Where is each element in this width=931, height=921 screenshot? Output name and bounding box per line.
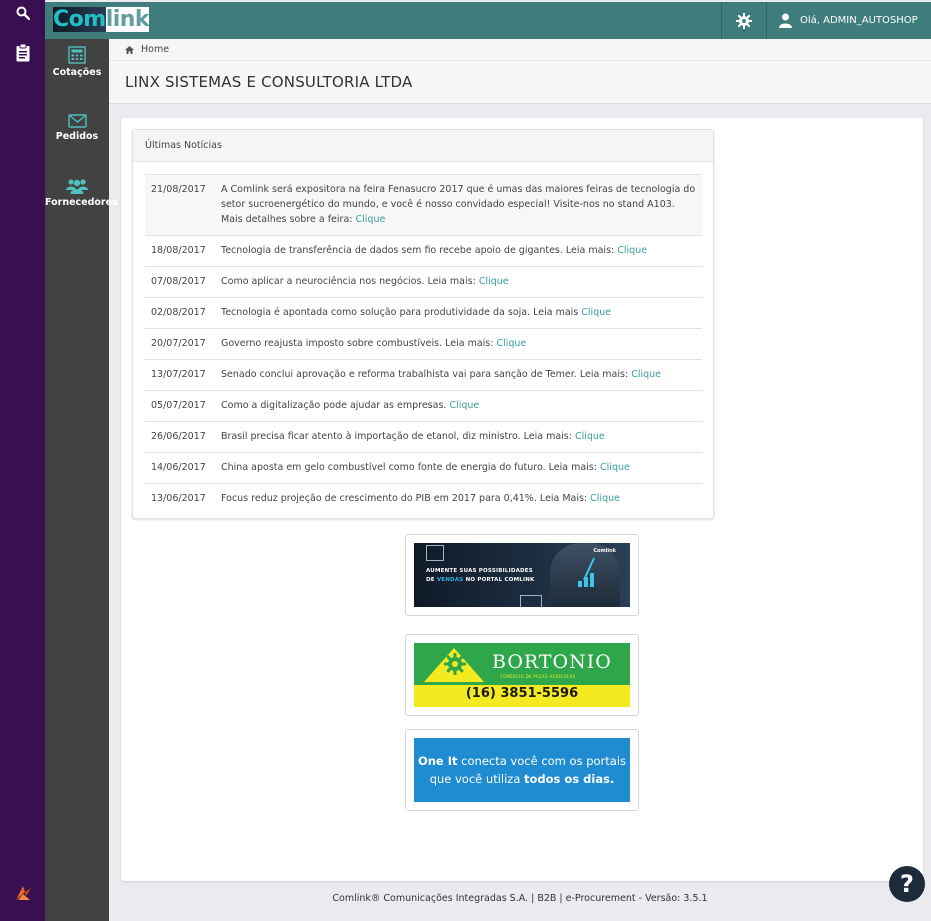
news-row: 07/08/2017 Como aplicar a neurociência no… bbox=[145, 266, 702, 298]
news-link[interactable]: Clique bbox=[600, 462, 630, 473]
banner-oneit-text: One It conecta você com os portais que v… bbox=[417, 754, 627, 786]
sidebar-item-fornecedores[interactable]: Fornecedores bbox=[45, 178, 118, 208]
news-table: 21/08/2017 A Comlink será expositora na f… bbox=[145, 174, 702, 514]
news-text: A Comlink será expositora na feira Fenas… bbox=[215, 174, 702, 236]
breadcrumb: Home bbox=[109, 39, 931, 61]
left-rail bbox=[0, 0, 45, 921]
news-link[interactable]: Clique bbox=[631, 369, 661, 380]
news-text: Senado conclui aprovação e reforma traba… bbox=[215, 359, 702, 391]
banner-bortonio-phone: (16) 3851-5596 bbox=[465, 686, 579, 701]
news-date: 26/06/2017 bbox=[145, 421, 215, 453]
news-link[interactable]: Clique bbox=[575, 431, 605, 442]
news-link[interactable]: Clique bbox=[581, 307, 611, 318]
news-date: 05/07/2017 bbox=[145, 390, 215, 422]
footer: Comlink® Comunicações Integradas S.A. | … bbox=[332, 893, 708, 904]
breadcrumb-home[interactable]: Home bbox=[141, 44, 169, 55]
news-row: 20/07/2017 Governo reajusta imposto sobre… bbox=[145, 328, 702, 360]
help-button[interactable]: ? bbox=[889, 866, 925, 902]
banner-oneit-image: One It conecta você com os portais que v… bbox=[414, 738, 630, 802]
sidebar-item-pedidos[interactable]: Pedidos bbox=[45, 114, 109, 142]
user-greeting: Olá, ADMIN_AUTOSHOP bbox=[800, 15, 918, 26]
news-row: 13/06/2017 Focus reduz projeção de cresci… bbox=[145, 484, 702, 515]
search-icon[interactable] bbox=[0, 6, 45, 20]
users-icon bbox=[45, 178, 109, 194]
page-title: LINX SISTEMAS E CONSULTORIA LTDA bbox=[125, 73, 413, 91]
news-date: 21/08/2017 bbox=[145, 174, 215, 236]
news-date: 07/08/2017 bbox=[145, 266, 215, 298]
page-header: LINX SISTEMAS E CONSULTORIA LTDA bbox=[109, 61, 931, 104]
news-row: 26/06/2017 Brasil precisa ficar atento à … bbox=[145, 421, 702, 453]
news-row: 18/08/2017 Tecnologia de transferência de… bbox=[145, 235, 702, 267]
news-row: 21/08/2017 A Comlink será expositora na f… bbox=[145, 174, 702, 236]
news-text: Tecnologia de transferência de dados sem… bbox=[215, 235, 702, 267]
linx-logo-icon bbox=[0, 884, 45, 902]
news-date: 18/08/2017 bbox=[145, 235, 215, 267]
news-panel: Últimas Notícias 21/08/2017 A Comlink ser… bbox=[132, 129, 714, 519]
news-link[interactable]: Clique bbox=[449, 400, 479, 411]
news-link[interactable]: Clique bbox=[496, 338, 526, 349]
news-row: 02/08/2017 Tecnologia é apontada como sol… bbox=[145, 297, 702, 329]
clipboard-icon[interactable] bbox=[0, 44, 45, 62]
banner-oneit[interactable]: One It conecta você com os portais que v… bbox=[405, 729, 639, 811]
gear-icon bbox=[736, 12, 752, 29]
news-link[interactable]: Clique bbox=[479, 276, 509, 287]
user-icon bbox=[779, 13, 792, 28]
banner-bortonio-sub: COMÉRCIO DE PEÇAS AGRÍCOLAS bbox=[500, 674, 576, 679]
news-date: 20/07/2017 bbox=[145, 328, 215, 360]
sidebar-item-label: Pedidos bbox=[55, 131, 99, 142]
news-date: 13/06/2017 bbox=[151, 493, 206, 504]
banner-bortonio-name: BORTONIO bbox=[492, 651, 612, 673]
news-text: Brasil precisa ficar atento à importação… bbox=[215, 421, 702, 453]
comlink-logo[interactable]: Comlink bbox=[53, 6, 150, 34]
banner-bortonio-image: BORTONIO COMÉRCIO DE PEÇAS AGRÍCOLAS (16… bbox=[414, 643, 630, 707]
news-panel-heading: Últimas Notícias bbox=[133, 130, 713, 162]
news-row: 13/07/2017 Senado conclui aprovação e ref… bbox=[145, 359, 702, 391]
news-date: 13/07/2017 bbox=[145, 359, 215, 391]
news-link[interactable]: Clique bbox=[617, 245, 647, 256]
sidebar: Cotações Pedidos Fornecedores bbox=[45, 39, 118, 921]
banner-comlink-logo: Comlink bbox=[593, 548, 616, 554]
banner-comlink-image: Comlink AUMENTE SUAS POSSIBILIDADES DE V… bbox=[414, 543, 630, 607]
news-text: Como a digitalização pode ajudar as empr… bbox=[215, 390, 702, 422]
banner-comlink[interactable]: Comlink AUMENTE SUAS POSSIBILIDADES DE V… bbox=[405, 534, 639, 616]
news-text: China aposta em gelo combustível como fo… bbox=[215, 452, 702, 484]
news-text: Governo reajusta imposto sobre combustív… bbox=[215, 328, 702, 360]
news-row: 05/07/2017 Como a digitalização pode ajud… bbox=[145, 390, 702, 422]
news-text: Como aplicar a neurociência nos negócios… bbox=[215, 266, 702, 298]
settings-button[interactable] bbox=[721, 2, 767, 39]
banner-comlink-text: AUMENTE SUAS POSSIBILIDADES DE VENDAS NO… bbox=[426, 568, 535, 583]
envelope-icon bbox=[45, 114, 109, 128]
home-icon bbox=[125, 45, 134, 54]
sidebar-item-label: Fornecedores bbox=[45, 197, 118, 208]
news-date: 14/06/2017 bbox=[145, 452, 215, 484]
news-text: Tecnologia é apontada como solução para … bbox=[215, 297, 702, 329]
news-row: 14/06/2017 China aposta em gelo combustív… bbox=[145, 452, 702, 484]
news-text: Focus reduz projeção de crescimento do P… bbox=[221, 493, 620, 504]
banner-bortonio[interactable]: BORTONIO COMÉRCIO DE PEÇAS AGRÍCOLAS (16… bbox=[405, 634, 639, 716]
news-date: 02/08/2017 bbox=[145, 297, 215, 329]
sidebar-item-cotacoes[interactable]: Cotações bbox=[45, 46, 109, 78]
user-menu[interactable]: Olá, ADMIN_AUTOSHOP bbox=[779, 2, 918, 39]
news-link[interactable]: Clique bbox=[356, 214, 386, 225]
gear-icon bbox=[444, 653, 466, 675]
news-link[interactable]: Clique bbox=[590, 493, 620, 504]
sidebar-item-label: Cotações bbox=[52, 67, 102, 78]
main-content: Últimas Notícias 21/08/2017 A Comlink ser… bbox=[121, 118, 923, 881]
top-header: Comlink Olá, ADMIN_AUTOSHOP bbox=[45, 2, 931, 39]
help-icon: ? bbox=[900, 870, 914, 898]
calculator-icon bbox=[45, 46, 109, 64]
